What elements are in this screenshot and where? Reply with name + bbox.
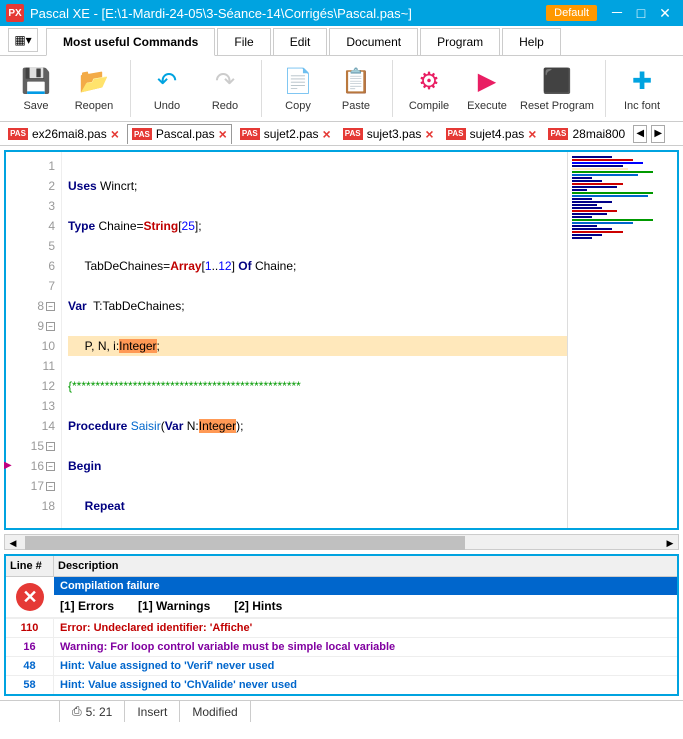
file-tabs: PASex26mai8.pas× PASPascal.pas× PASsujet… <box>0 122 683 146</box>
file-tab[interactable]: PASsujet3.pas× <box>339 124 438 144</box>
errors-header-desc: Description <box>54 556 677 576</box>
menu-tab-file[interactable]: File <box>217 28 270 55</box>
incfont-button[interactable]: ✚Inc font <box>614 60 670 117</box>
menu-bar: ▦▾ Most useful Commands File Edit Docume… <box>0 26 683 56</box>
close-icon[interactable]: × <box>528 126 536 142</box>
gutter[interactable]: 123 456 78 − 9 −10 111213 1415 − 16 −17 … <box>6 152 62 528</box>
window-title: Pascal XE - [E:\1-Mardi-24-05\3-Séance-1… <box>30 6 546 21</box>
file-tab[interactable]: PAS28mai800 <box>544 124 629 144</box>
error-icon: ✕ <box>16 583 44 611</box>
maximize-button[interactable]: □ <box>629 4 653 22</box>
pas-icon: PAS <box>8 128 28 140</box>
plus-icon: ✚ <box>626 66 658 98</box>
pas-icon: PAS <box>446 128 466 140</box>
copy-icon: 📄 <box>282 66 314 98</box>
menu-tab-help[interactable]: Help <box>502 28 561 55</box>
scroll-right-icon[interactable]: ▶ <box>662 536 678 550</box>
close-icon[interactable]: × <box>219 126 227 142</box>
title-bar: PX Pascal XE - [E:\1-Mardi-24-05\3-Séanc… <box>0 0 683 26</box>
status-insert: Insert <box>125 701 180 722</box>
error-row[interactable]: 58Hint: Value assigned to 'ChValide' nev… <box>6 675 677 694</box>
compile-button[interactable]: ⚙Compile <box>401 60 457 117</box>
reset-button[interactable]: ⬛Reset Program <box>517 60 597 117</box>
errors-header-line: Line # <box>6 556 54 576</box>
save-button[interactable]: 💾Save <box>8 60 64 117</box>
execute-button[interactable]: ▶Execute <box>459 60 515 117</box>
toolbar: 💾Save 📂Reopen ↶Undo ↷Redo 📄Copy 📋Paste ⚙… <box>0 56 683 122</box>
error-row[interactable]: 16Warning: For loop control variable mus… <box>6 637 677 656</box>
status-bar: ⎙5: 21 Insert Modified <box>0 700 683 722</box>
file-tab[interactable]: PASex26mai8.pas× <box>4 124 123 144</box>
pas-icon: PAS <box>548 128 568 140</box>
menu-tab-program[interactable]: Program <box>420 28 500 55</box>
folder-icon: 📂 <box>78 66 110 98</box>
pas-icon: PAS <box>132 128 152 140</box>
error-row[interactable]: 110Error: Undeclared identifier: 'Affich… <box>6 618 677 637</box>
play-icon: ▶ <box>471 66 503 98</box>
minimize-button[interactable]: － <box>605 4 629 22</box>
close-icon[interactable]: × <box>425 126 433 142</box>
menu-tab-document[interactable]: Document <box>329 28 418 55</box>
status-position: ⎙5: 21 <box>60 701 125 722</box>
scroll-thumb[interactable] <box>25 536 465 550</box>
close-icon[interactable]: × <box>323 126 331 142</box>
tab-prev-button[interactable]: ◀ <box>633 125 647 143</box>
pas-icon: PAS <box>240 128 260 140</box>
paste-button[interactable]: 📋Paste <box>328 60 384 117</box>
error-title[interactable]: Compilation failure <box>54 577 677 595</box>
minimap[interactable] <box>567 152 677 528</box>
undo-icon: ↶ <box>151 66 183 98</box>
save-icon: 💾 <box>20 66 52 98</box>
close-icon[interactable]: × <box>111 126 119 142</box>
horizontal-scrollbar[interactable]: ◀ ▶ <box>4 534 679 550</box>
copy-button[interactable]: 📄Copy <box>270 60 326 117</box>
tab-next-button[interactable]: ▶ <box>651 125 665 143</box>
file-tab[interactable]: PASsujet2.pas× <box>236 124 335 144</box>
error-summary: [1] Errors [1] Warnings [2] Hints <box>54 595 677 617</box>
stop-icon: ⬛ <box>541 66 573 98</box>
status-modified: Modified <box>180 701 250 722</box>
file-tab[interactable]: PASPascal.pas× <box>127 124 232 144</box>
undo-button[interactable]: ↶Undo <box>139 60 195 117</box>
reopen-button[interactable]: 📂Reopen <box>66 60 122 117</box>
default-badge[interactable]: Default <box>546 5 597 21</box>
scroll-left-icon[interactable]: ◀ <box>5 536 21 550</box>
gear-icon: ⚙ <box>413 66 445 98</box>
pas-icon: PAS <box>343 128 363 140</box>
editor: ▶ 123 456 78 − 9 −10 111213 1415 − 16 −1… <box>4 150 679 530</box>
paste-icon: 📋 <box>340 66 372 98</box>
menu-tab-commands[interactable]: Most useful Commands <box>46 28 215 56</box>
redo-button[interactable]: ↷Redo <box>197 60 253 117</box>
menu-tool-icon[interactable]: ▦▾ <box>8 28 38 52</box>
error-row[interactable]: 48Hint: Value assigned to 'Verif' never … <box>6 656 677 675</box>
redo-icon: ↷ <box>209 66 241 98</box>
close-button[interactable]: ✕ <box>653 4 677 22</box>
file-tab[interactable]: PASsujet4.pas× <box>442 124 541 144</box>
code-area[interactable]: Uses Wincrt; Type Chaine=String[25]; Tab… <box>62 152 567 528</box>
errors-panel: Line # Description ✕ Compilation failure… <box>4 554 679 696</box>
breakpoint-icon[interactable]: ▶ <box>4 460 12 471</box>
app-icon: PX <box>6 4 24 22</box>
menu-tab-edit[interactable]: Edit <box>273 28 328 55</box>
